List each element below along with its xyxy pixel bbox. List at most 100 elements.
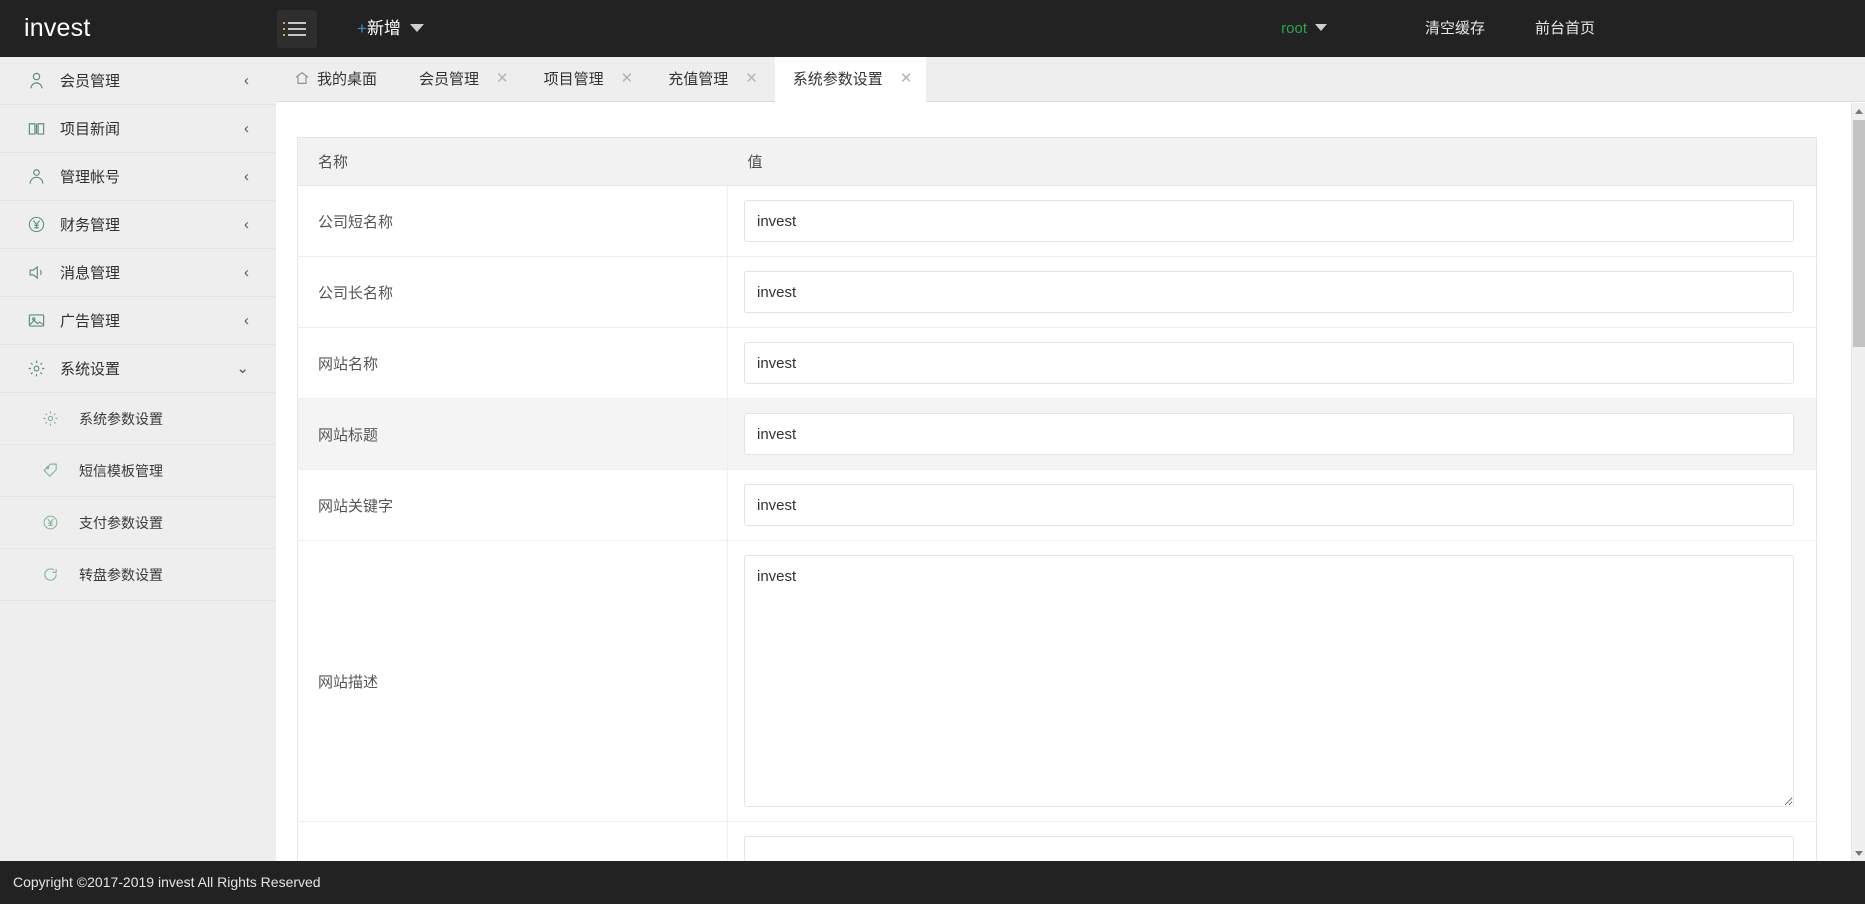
row-label: 公司长名称 bbox=[297, 256, 728, 328]
tab-label: 我的桌面 bbox=[317, 71, 378, 88]
sidebar-item-label: 项目新闻 bbox=[60, 121, 121, 138]
main-content-area: 我的桌面 会员管理 ✕ 项目管理 ✕ 充值管理 ✕ 系统参数设置 ✕ 名称 值 bbox=[276, 57, 1865, 861]
yen-circle-icon bbox=[27, 215, 57, 234]
speaker-icon bbox=[27, 263, 57, 282]
table-row: 网站标题 bbox=[297, 398, 1817, 470]
front-page-link[interactable]: 前台首页 bbox=[1535, 0, 1595, 57]
tab-label: 项目管理 bbox=[543, 71, 604, 88]
sidebar-item-project-news[interactable]: 项目新闻 ‹ bbox=[0, 105, 276, 153]
row-label: 网站标题 bbox=[297, 398, 728, 470]
plus-icon: + bbox=[357, 19, 367, 38]
tab-label: 充值管理 bbox=[668, 71, 729, 88]
company-long-name-input[interactable] bbox=[744, 271, 1794, 313]
hamburger-icon-bar bbox=[288, 28, 306, 30]
column-header-value: 值 bbox=[727, 137, 1817, 186]
scroll-up-button[interactable] bbox=[1852, 103, 1865, 118]
tag-icon bbox=[42, 462, 72, 479]
user-name-label: root bbox=[1281, 20, 1307, 37]
table-row: 网站描述 invest bbox=[297, 540, 1817, 822]
add-new-label: 新增 bbox=[366, 19, 401, 38]
chevron-down-icon: ⌄ bbox=[236, 360, 249, 377]
row-label bbox=[297, 821, 728, 861]
sidebar-item-label: 系统设置 bbox=[60, 361, 121, 378]
tab-system-parameters[interactable]: 系统参数设置 ✕ bbox=[774, 57, 927, 102]
user-icon bbox=[27, 71, 57, 90]
sidebar-subitem-label: 转盘参数设置 bbox=[79, 566, 163, 583]
table-header-row: 名称 值 bbox=[297, 137, 1817, 186]
tab-label: 系统参数设置 bbox=[792, 71, 883, 88]
sidebar-subitem-label: 系统参数设置 bbox=[79, 410, 163, 427]
tab-my-desktop[interactable]: 我的桌面 bbox=[276, 57, 401, 102]
close-icon[interactable]: ✕ bbox=[900, 71, 913, 86]
row-value-cell bbox=[727, 327, 1817, 399]
chevron-left-icon: ‹ bbox=[244, 168, 249, 185]
hamburger-icon-bar bbox=[288, 22, 306, 24]
row-label: 网站关键字 bbox=[297, 469, 728, 541]
close-icon[interactable]: ✕ bbox=[621, 71, 634, 86]
hamburger-icon-bar bbox=[288, 34, 306, 36]
user-menu-button[interactable]: root bbox=[1281, 0, 1327, 57]
add-new-dropdown-button[interactable]: +新增 bbox=[357, 0, 424, 57]
next-setting-input[interactable] bbox=[744, 836, 1794, 861]
sidebar-item-system-settings[interactable]: 系统设置 ⌄ bbox=[0, 345, 276, 393]
sidebar-empty-area bbox=[0, 601, 276, 861]
company-short-name-input[interactable] bbox=[744, 200, 1794, 242]
system-parameters-table: 名称 值 公司短名称 公司长名称 网站 bbox=[297, 137, 1817, 861]
row-label: 网站描述 bbox=[297, 540, 728, 822]
copyright-text: Copyright ©2017-2019 invest All Rights R… bbox=[13, 874, 321, 890]
chevron-up-icon bbox=[1855, 109, 1863, 114]
sidebar-subitem-wheel-parameters[interactable]: 转盘参数设置 bbox=[0, 549, 276, 601]
row-value-cell bbox=[727, 398, 1817, 470]
sidebar-subitem-label: 短信模板管理 bbox=[79, 462, 163, 479]
image-icon bbox=[27, 311, 57, 330]
sidebar-item-admin-account[interactable]: 管理帐号 ‹ bbox=[0, 153, 276, 201]
sidebar-toggle-button[interactable] bbox=[277, 10, 317, 48]
sidebar-item-label: 广告管理 bbox=[60, 313, 121, 330]
column-header-name: 名称 bbox=[297, 137, 728, 186]
sidebar-subitem-system-parameters[interactable]: 系统参数设置 bbox=[0, 393, 276, 445]
sidebar-item-member-management[interactable]: 会员管理 ‹ bbox=[0, 57, 276, 105]
chevron-left-icon: ‹ bbox=[244, 120, 249, 137]
scroll-down-button[interactable] bbox=[1852, 846, 1865, 861]
sidebar-item-ad-management[interactable]: 广告管理 ‹ bbox=[0, 297, 276, 345]
chevron-left-icon: ‹ bbox=[244, 216, 249, 233]
row-value-cell bbox=[727, 256, 1817, 328]
top-header-bar: invest +新增 root 清空缓存 前台首页 bbox=[0, 0, 1865, 57]
site-keywords-input[interactable] bbox=[744, 484, 1794, 526]
hamburger-icon-dot bbox=[283, 34, 285, 36]
sidebar-item-finance-management[interactable]: 财务管理 ‹ bbox=[0, 201, 276, 249]
user-circle-icon bbox=[27, 167, 57, 186]
site-description-textarea[interactable]: invest bbox=[744, 555, 1794, 807]
close-icon[interactable]: ✕ bbox=[745, 71, 758, 86]
table-body: 公司短名称 公司长名称 网站名称 bbox=[297, 185, 1817, 861]
table-head: 名称 值 bbox=[297, 137, 1817, 186]
tab-member-management[interactable]: 会员管理 ✕ bbox=[401, 57, 526, 102]
hamburger-icon-dot bbox=[283, 28, 285, 30]
sidebar-item-label: 会员管理 bbox=[60, 73, 121, 90]
chevron-down-icon bbox=[1855, 851, 1863, 856]
sidebar-subitem-label: 支付参数设置 bbox=[79, 514, 163, 531]
row-value-cell bbox=[727, 469, 1817, 541]
tab-recharge-management[interactable]: 充值管理 ✕ bbox=[650, 57, 775, 102]
chevron-down-icon bbox=[1315, 24, 1327, 31]
sidebar-item-message-management[interactable]: 消息管理 ‹ bbox=[0, 249, 276, 297]
clear-cache-button[interactable]: 清空缓存 bbox=[1425, 0, 1485, 57]
tab-label: 会员管理 bbox=[419, 71, 480, 88]
gear-icon bbox=[42, 410, 72, 427]
site-name-input[interactable] bbox=[744, 342, 1794, 384]
row-label: 网站名称 bbox=[297, 327, 728, 399]
tab-project-management[interactable]: 项目管理 ✕ bbox=[526, 57, 651, 102]
sidebar-subitem-payment-parameters[interactable]: 支付参数设置 bbox=[0, 497, 276, 549]
sidebar-subitem-sms-template[interactable]: 短信模板管理 bbox=[0, 445, 276, 497]
home-icon bbox=[294, 59, 310, 104]
site-title-input[interactable] bbox=[744, 413, 1794, 455]
table-row bbox=[297, 821, 1817, 861]
sidebar-item-label: 财务管理 bbox=[60, 217, 121, 234]
book-icon bbox=[27, 119, 57, 138]
chevron-left-icon: ‹ bbox=[244, 312, 249, 329]
row-value-cell bbox=[727, 821, 1817, 861]
content-vertical-scrollbar[interactable] bbox=[1851, 103, 1865, 861]
close-icon[interactable]: ✕ bbox=[496, 71, 509, 86]
page-footer: Copyright ©2017-2019 invest All Rights R… bbox=[0, 861, 1865, 904]
scrollbar-thumb[interactable] bbox=[1853, 120, 1865, 347]
